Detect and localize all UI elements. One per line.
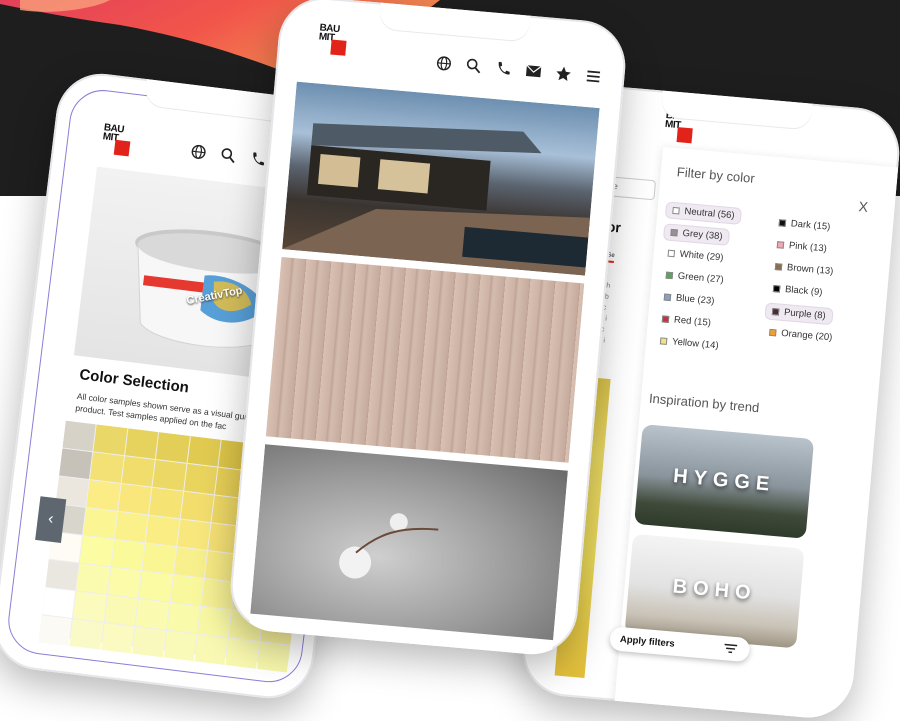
color-swatch[interactable]: [94, 425, 127, 456]
color-swatch[interactable]: [39, 615, 72, 646]
gallery-image-wood[interactable]: [266, 257, 585, 463]
gallery-image-house[interactable]: [282, 82, 599, 276]
color-swatch[interactable]: [132, 627, 165, 658]
baumit-logo: BAU MIT: [317, 23, 348, 55]
color-swatch[interactable]: [70, 619, 103, 650]
swatch-dot: [666, 272, 674, 280]
trend-label: HYGGE: [637, 462, 810, 500]
globe-icon[interactable]: [434, 54, 454, 74]
house-photo: [282, 82, 599, 276]
swatch-dot: [668, 250, 676, 258]
color-swatch[interactable]: [226, 638, 259, 669]
color-swatch[interactable]: [198, 607, 231, 638]
color-swatch[interactable]: [194, 634, 227, 665]
cotton-photo: [250, 444, 568, 640]
color-swatch[interactable]: [170, 575, 203, 606]
chip-label: Orange (20): [781, 328, 833, 343]
star-icon[interactable]: [554, 64, 574, 84]
color-swatch[interactable]: [177, 519, 210, 550]
gallery-list: [247, 82, 600, 658]
color-swatch[interactable]: [136, 599, 169, 630]
chip-label: Black (9): [785, 284, 823, 298]
search-icon[interactable]: [464, 56, 484, 76]
chip-label: White (29): [679, 249, 724, 264]
logo-red-square: [114, 140, 131, 157]
color-swatch[interactable]: [121, 456, 154, 487]
filter-icon: [721, 639, 741, 659]
color-swatch[interactable]: [115, 512, 148, 543]
chip-label: Pink (13): [788, 240, 827, 254]
color-swatch[interactable]: [59, 449, 92, 480]
color-swatch[interactable]: [174, 547, 207, 578]
phone-icon[interactable]: [248, 149, 268, 169]
previous-button[interactable]: ‹: [35, 496, 66, 543]
color-swatch[interactable]: [146, 516, 179, 547]
phone-mockup-gallery: BAU MIT: [227, 0, 629, 658]
color-swatch[interactable]: [101, 623, 134, 654]
chip-label: Brown (13): [787, 262, 834, 277]
color-swatch[interactable]: [108, 567, 141, 598]
chip-label: Grey (38): [682, 228, 723, 242]
color-swatch[interactable]: [184, 464, 217, 495]
color-swatch[interactable]: [46, 560, 79, 591]
gallery-image-cotton[interactable]: [250, 444, 568, 640]
color-swatch[interactable]: [118, 484, 151, 515]
color-swatch[interactable]: [142, 543, 175, 574]
swatch-dot: [672, 207, 680, 215]
color-swatch[interactable]: [187, 436, 220, 467]
chip-label: Blue (23): [675, 293, 714, 307]
chip-label: Neutral (56): [684, 206, 735, 221]
swatch-dot: [769, 329, 777, 337]
apply-filters-label: Apply filters: [620, 633, 676, 649]
swatch-dot: [670, 229, 678, 237]
swatch-dot: [777, 241, 785, 249]
phone2-header-icons: [434, 54, 603, 87]
color-swatch[interactable]: [156, 432, 189, 463]
swatch-dot: [772, 308, 780, 316]
color-swatch[interactable]: [111, 540, 144, 571]
color-swatch[interactable]: [87, 480, 120, 511]
swatch-dot: [773, 285, 781, 293]
chip-label: Green (27): [677, 271, 724, 286]
chip-label: Yellow (14): [672, 336, 719, 351]
trend-card-hygge[interactable]: HYGGE: [634, 424, 814, 539]
swatch-dot: [775, 263, 783, 271]
color-swatch[interactable]: [90, 452, 123, 483]
phone-icon[interactable]: [494, 59, 514, 79]
mail-icon[interactable]: [524, 61, 544, 81]
color-swatch[interactable]: [83, 508, 116, 539]
color-swatch[interactable]: [153, 460, 186, 491]
color-swatch[interactable]: [42, 587, 75, 618]
close-icon[interactable]: X: [858, 198, 869, 215]
globe-icon[interactable]: [189, 142, 209, 162]
color-swatch[interactable]: [63, 421, 96, 452]
color-swatch[interactable]: [180, 492, 213, 523]
color-swatch[interactable]: [73, 591, 106, 622]
baumit-logo: BAU MIT: [101, 123, 132, 156]
color-swatch[interactable]: [149, 488, 182, 519]
search-icon[interactable]: [218, 146, 238, 166]
color-swatch[interactable]: [104, 595, 137, 626]
color-swatch[interactable]: [125, 428, 158, 459]
logo-red-square: [330, 40, 346, 56]
color-swatch[interactable]: [257, 642, 290, 673]
swatch-dot: [664, 294, 672, 302]
logo-red-square: [677, 127, 693, 143]
chip-label: Purple (8): [784, 307, 827, 322]
color-swatch[interactable]: [80, 536, 113, 567]
color-swatch[interactable]: [139, 571, 172, 602]
swatch-dot: [662, 315, 670, 323]
color-swatch[interactable]: [163, 631, 196, 662]
swatch-dot: [660, 337, 668, 345]
color-swatch[interactable]: [167, 603, 200, 634]
color-swatch[interactable]: [77, 564, 110, 595]
chip-label: Dark (15): [790, 218, 830, 232]
menu-icon[interactable]: [584, 67, 604, 87]
chevron-left-icon: ‹: [47, 510, 54, 529]
color-swatch[interactable]: [201, 579, 234, 610]
swatch-dot: [779, 219, 787, 227]
trend-label: BOHO: [628, 572, 801, 610]
chip-label: Red (15): [674, 314, 712, 328]
